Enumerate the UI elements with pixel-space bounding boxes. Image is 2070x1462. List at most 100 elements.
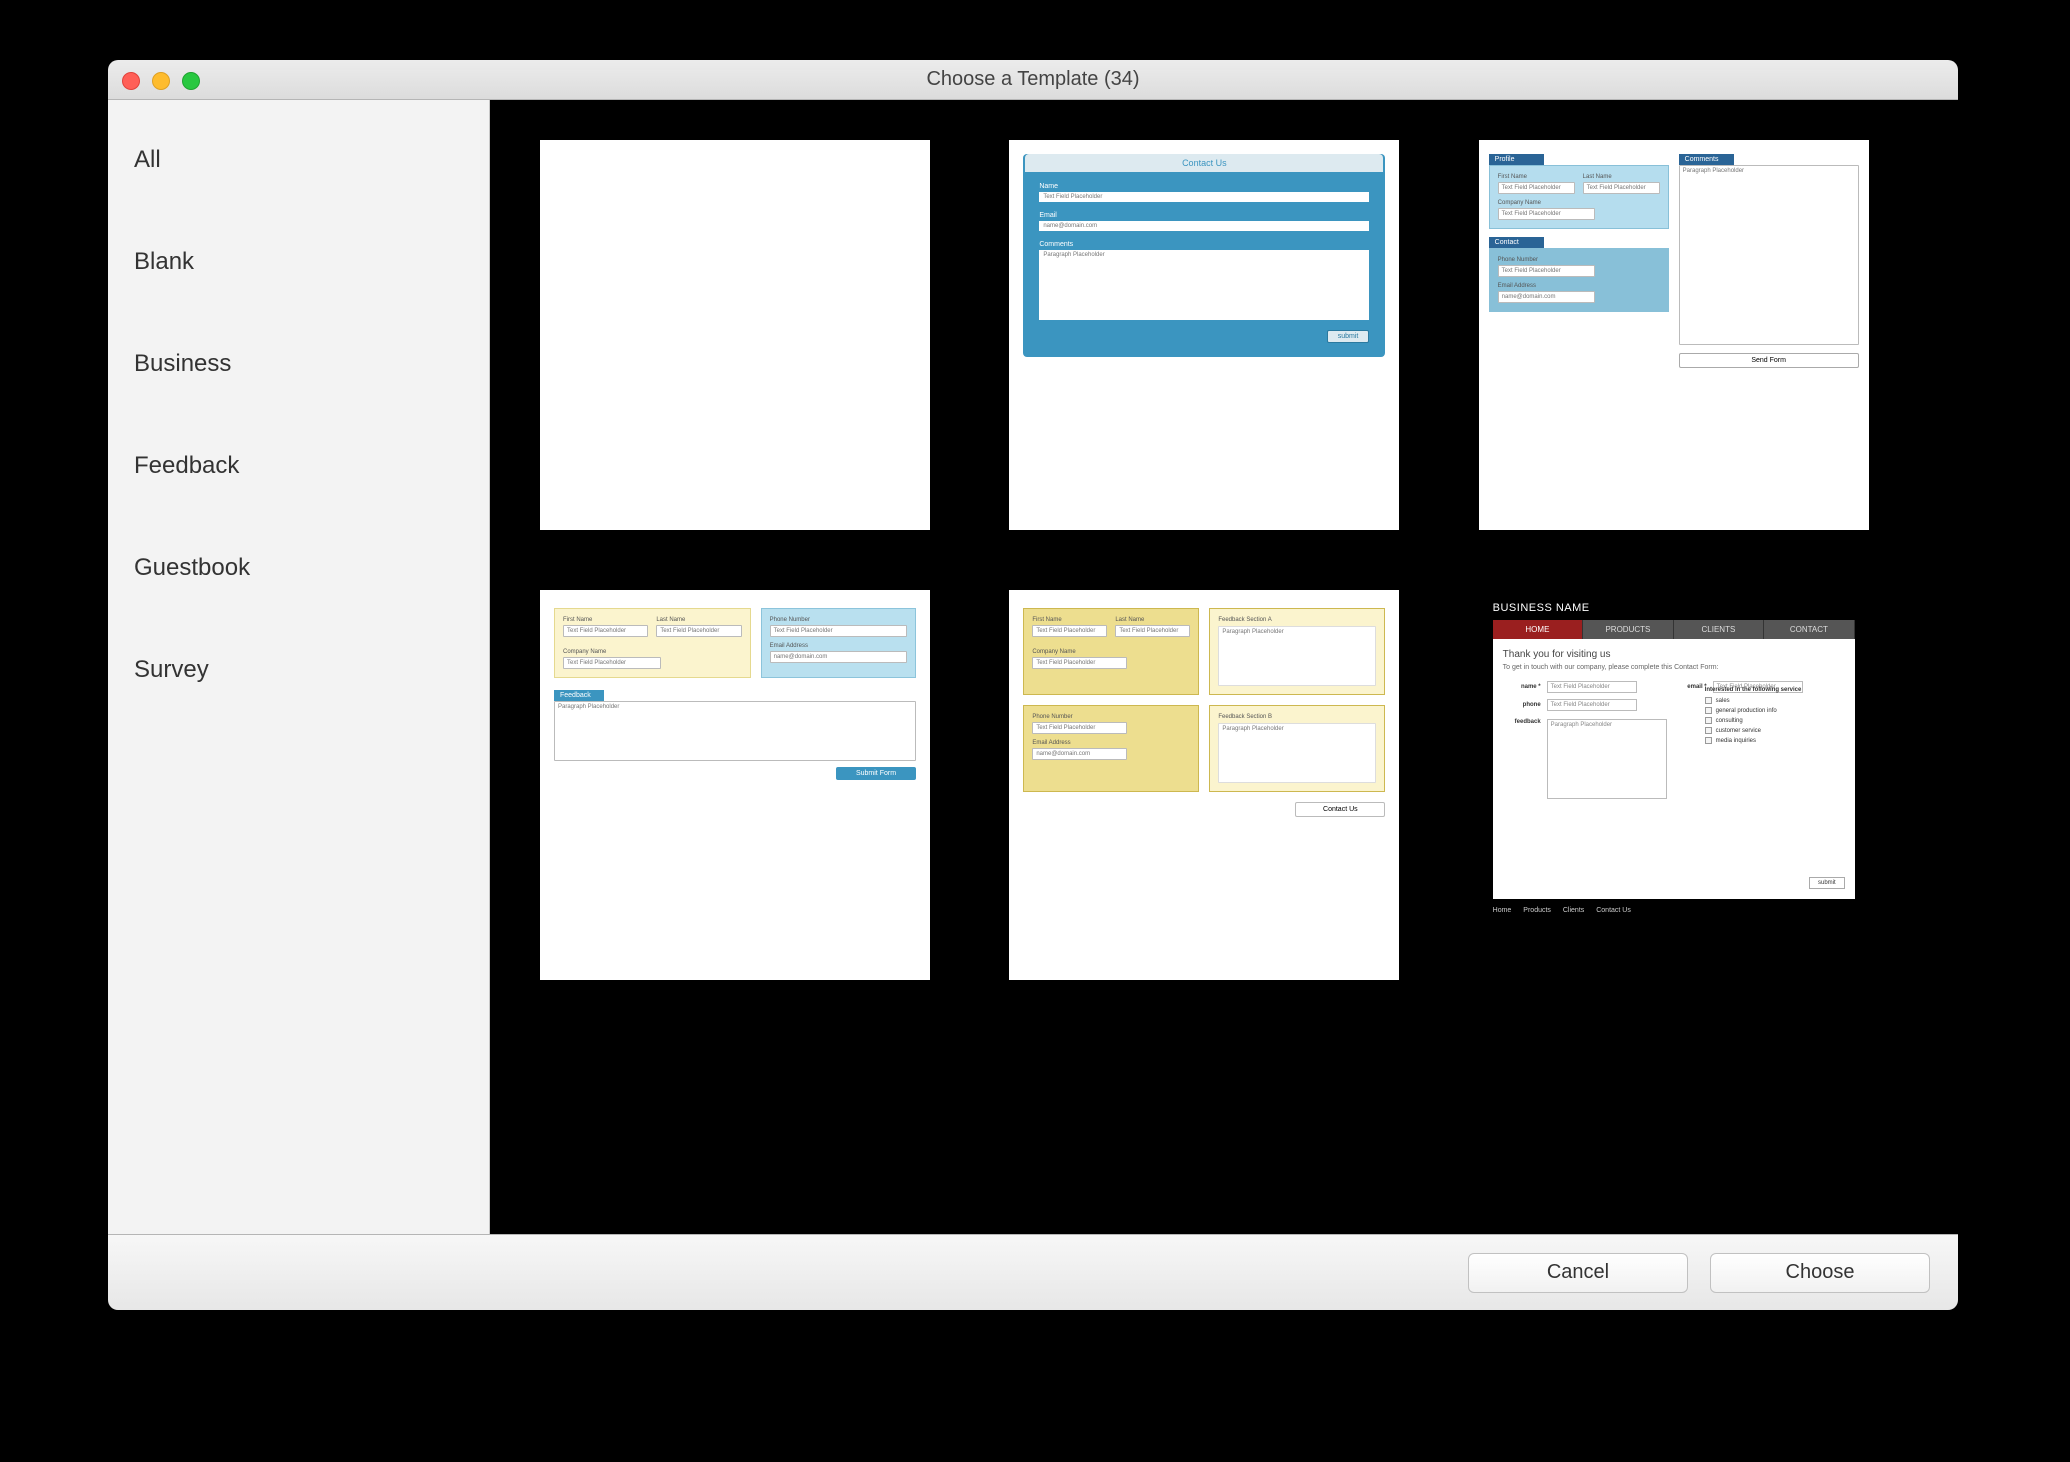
thumb-label: Email Address xyxy=(770,643,907,649)
thumb-label: Company Name xyxy=(1498,200,1660,206)
template-blank[interactable] xyxy=(540,140,930,530)
thumb-input: Text Field Placeholder xyxy=(1039,192,1369,202)
thumb-label: First Name xyxy=(1498,174,1575,180)
thumb-footer-link: Contact Us xyxy=(1596,907,1631,914)
sidebar-item-blank[interactable]: Blank xyxy=(108,226,489,298)
thumb-input: name@domain.com xyxy=(1039,221,1369,231)
titlebar: Choose a Template (34) xyxy=(108,60,1958,100)
close-icon[interactable] xyxy=(122,72,140,90)
thumb-input: Text Field Placeholder xyxy=(1547,699,1637,711)
thumb-submit: submit xyxy=(1327,330,1370,343)
thumb-textarea: Paragraph Placeholder xyxy=(554,701,916,761)
thumb-label: Company Name xyxy=(563,649,742,655)
thumb-label: Email Address xyxy=(1498,283,1660,289)
sidebar: All Blank Business Feedback Guestbook Su… xyxy=(108,100,490,1234)
thumb-submit: Contact Us xyxy=(1295,802,1385,817)
thumb-label: Feedback Section B xyxy=(1218,714,1376,720)
thumb-textarea: Paragraph Placeholder xyxy=(1547,719,1667,799)
thumb-input: Text Field Placeholder xyxy=(1583,182,1660,194)
thumb-nav: HOME PRODUCTS CLIENTS CONTACT xyxy=(1493,620,1855,639)
thumb-label: media inquiries xyxy=(1716,738,1756,744)
thumb-input: name@domain.com xyxy=(1498,291,1595,303)
thumb-brand: BUSINESS NAME xyxy=(1479,590,1869,620)
thumb-input: name@domain.com xyxy=(770,651,907,663)
thumb-submit: Send Form xyxy=(1679,353,1859,368)
thumb-label: Comments xyxy=(1039,241,1369,248)
template-chooser-window: Choose a Template (34) All Blank Busines… xyxy=(108,60,1958,1310)
thumb-section-title: Contact xyxy=(1489,237,1544,248)
thumb-label: Interested in the following service xyxy=(1705,687,1845,693)
thumb-nav-item: PRODUCTS xyxy=(1583,620,1674,639)
checkbox-icon xyxy=(1705,707,1712,714)
checkbox-icon xyxy=(1705,697,1712,704)
thumb-label: Phone Number xyxy=(770,617,907,623)
thumb-textarea: Paragraph Placeholder xyxy=(1039,250,1369,320)
thumb-label: phone xyxy=(1503,702,1541,708)
thumb-input: Text Field Placeholder xyxy=(656,625,741,637)
template-gallery: Contact Us Name Text Field Placeholder E… xyxy=(490,100,1958,1234)
thumb-nav-item: CONTACT xyxy=(1764,620,1855,639)
thumb-input: name@domain.com xyxy=(1032,748,1127,760)
sidebar-item-guestbook[interactable]: Guestbook xyxy=(108,532,489,604)
thumb-label: Email xyxy=(1039,212,1369,219)
thumb-label: Company Name xyxy=(1032,649,1190,655)
sidebar-item-business[interactable]: Business xyxy=(108,328,489,400)
thumb-submit: Submit Form xyxy=(836,767,916,780)
thumb-title: Contact Us xyxy=(1025,154,1383,173)
thumb-label: Last Name xyxy=(1115,617,1190,623)
dialog-footer: Cancel Choose xyxy=(108,1234,1958,1310)
thumb-nav-item: CLIENTS xyxy=(1674,620,1765,639)
thumb-heading: Thank you for visiting us xyxy=(1503,649,1845,660)
thumb-textarea: Paragraph Placeholder xyxy=(1679,165,1859,345)
thumb-label: sales xyxy=(1716,698,1730,704)
thumb-section-title: Profile xyxy=(1489,154,1544,165)
template-feedback-yellow-blue[interactable]: First Name Text Field Placeholder Last Na… xyxy=(540,590,930,980)
thumb-label: Phone Number xyxy=(1032,714,1190,720)
sidebar-item-feedback[interactable]: Feedback xyxy=(108,430,489,502)
thumb-label: Last Name xyxy=(656,617,741,623)
minimize-icon[interactable] xyxy=(152,72,170,90)
template-contact-teal[interactable]: Contact Us Name Text Field Placeholder E… xyxy=(1009,140,1399,530)
thumb-label: Feedback Section A xyxy=(1218,617,1376,623)
thumb-input: Text Field Placeholder xyxy=(1498,265,1595,277)
thumb-nav-item: HOME xyxy=(1493,620,1584,639)
thumb-section-title: Comments xyxy=(1679,154,1734,165)
thumb-textarea: Paragraph Placeholder xyxy=(1218,626,1376,686)
sidebar-item-survey[interactable]: Survey xyxy=(108,634,489,706)
thumb-input: Text Field Placeholder xyxy=(1498,208,1595,220)
traffic-lights xyxy=(122,72,200,90)
thumb-input: Text Field Placeholder xyxy=(1547,681,1637,693)
thumb-input: Text Field Placeholder xyxy=(770,625,907,637)
choose-button[interactable]: Choose xyxy=(1710,1253,1930,1293)
template-business-dark[interactable]: BUSINESS NAME HOME PRODUCTS CLIENTS CONT… xyxy=(1479,590,1869,980)
thumb-input: Text Field Placeholder xyxy=(1032,657,1127,669)
thumb-label: name * xyxy=(1503,684,1541,690)
thumb-label: Name xyxy=(1039,183,1369,190)
zoom-icon[interactable] xyxy=(182,72,200,90)
checkbox-icon xyxy=(1705,717,1712,724)
thumb-label: Last Name xyxy=(1583,174,1660,180)
template-feedback-dual-yellow[interactable]: First NameText Field Placeholder Last Na… xyxy=(1009,590,1399,980)
thumb-label: feedback xyxy=(1503,719,1541,725)
template-profile-comments[interactable]: Profile First Name Text Field Placeholder… xyxy=(1479,140,1869,530)
thumb-label: consulting xyxy=(1716,718,1743,724)
thumb-input: Text Field Placeholder xyxy=(1498,182,1575,194)
thumb-input: Text Field Placeholder xyxy=(1115,625,1190,637)
thumb-label: First Name xyxy=(563,617,648,623)
window-body: All Blank Business Feedback Guestbook Su… xyxy=(108,100,1958,1234)
thumb-input: Text Field Placeholder xyxy=(1032,722,1127,734)
cancel-button[interactable]: Cancel xyxy=(1468,1253,1688,1293)
thumb-submit: submit xyxy=(1809,877,1845,889)
thumb-textarea: Paragraph Placeholder xyxy=(1218,723,1376,783)
thumb-label: Email Address xyxy=(1032,740,1190,746)
thumb-footer-link: Products xyxy=(1523,907,1551,914)
thumb-footer-link: Home xyxy=(1493,907,1512,914)
checkbox-icon xyxy=(1705,727,1712,734)
thumb-input: Text Field Placeholder xyxy=(563,657,661,669)
thumb-label: customer service xyxy=(1716,728,1761,734)
checkbox-icon xyxy=(1705,737,1712,744)
thumb-subheading: To get in touch with our company, please… xyxy=(1503,664,1845,671)
thumb-input: Text Field Placeholder xyxy=(563,625,648,637)
thumb-label: email * xyxy=(1669,684,1707,690)
sidebar-item-all[interactable]: All xyxy=(108,124,489,196)
